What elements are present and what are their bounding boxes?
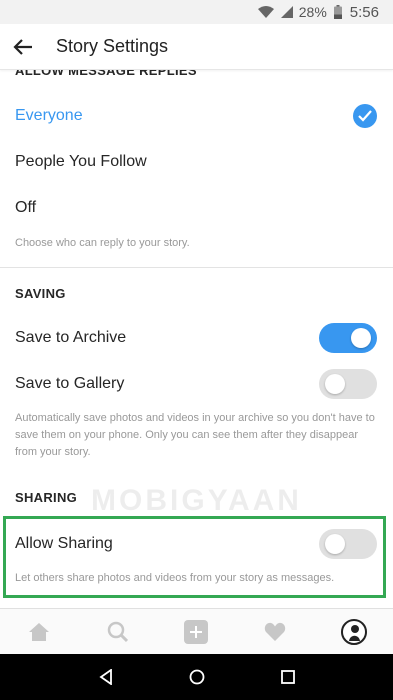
system-back-button[interactable] [86,657,126,697]
toggle-knob [351,328,371,348]
page-title: Story Settings [56,36,169,56]
heart-icon [264,622,286,641]
saving-helper: Automatically save photos and videos in … [15,412,375,458]
tab-profile[interactable] [330,609,378,655]
section-heading-message-replies: ALLOW MESSAGE REPLIES [15,70,197,78]
divider [0,267,393,268]
clock: 5:56 [349,3,379,21]
app-header: Story Settings [0,24,393,70]
section-heading-saving: SAVING [15,286,66,301]
reply-option-label: Off [15,199,37,216]
add-icon [184,619,209,644]
toggle-knob [325,374,345,394]
triangle-back-icon [98,669,112,685]
reply-option-everyone[interactable]: Everyone [0,93,393,139]
settings-content[interactable]: ALLOW MESSAGE REPLIES Everyone People Yo… [0,70,393,612]
save-to-archive-row: Save to Archive [0,315,393,361]
search-icon [107,621,128,642]
home-icon [29,622,50,641]
reply-option-people-you-follow[interactable]: People You Follow [0,139,393,185]
wifi-icon [257,6,274,18]
checkmark-icon [353,104,377,128]
tab-home[interactable] [15,609,63,655]
system-nav-bar [0,654,393,700]
highlight-frame [3,516,386,598]
tab-bar [0,608,393,654]
tab-add[interactable] [172,609,220,655]
reply-option-label: Everyone [15,107,83,124]
back-button[interactable] [0,24,46,70]
tab-activity[interactable] [251,609,299,655]
battery-percent: 28% [298,4,327,20]
status-bar: 28% 5:56 [0,0,393,24]
save-to-gallery-toggle[interactable] [319,369,377,399]
save-to-archive-toggle[interactable] [319,323,377,353]
message-replies-helper: Choose who can reply to your story. [15,237,190,249]
section-heading-sharing: SHARING [15,490,78,505]
reply-option-label: People You Follow [15,153,147,170]
signal-icon [280,6,293,18]
save-to-archive-label: Save to Archive [15,329,127,346]
tab-search[interactable] [94,609,142,655]
profile-avatar [340,618,367,645]
system-recents-button[interactable] [268,657,308,697]
square-recents-icon [280,670,295,684]
system-home-button[interactable] [177,657,217,697]
save-to-gallery-label: Save to Gallery [15,375,125,392]
reply-option-off[interactable]: Off [0,185,393,231]
back-arrow-icon [13,38,32,55]
battery-icon [333,5,342,19]
circle-home-icon [189,669,204,685]
save-to-gallery-row: Save to Gallery [0,361,393,407]
